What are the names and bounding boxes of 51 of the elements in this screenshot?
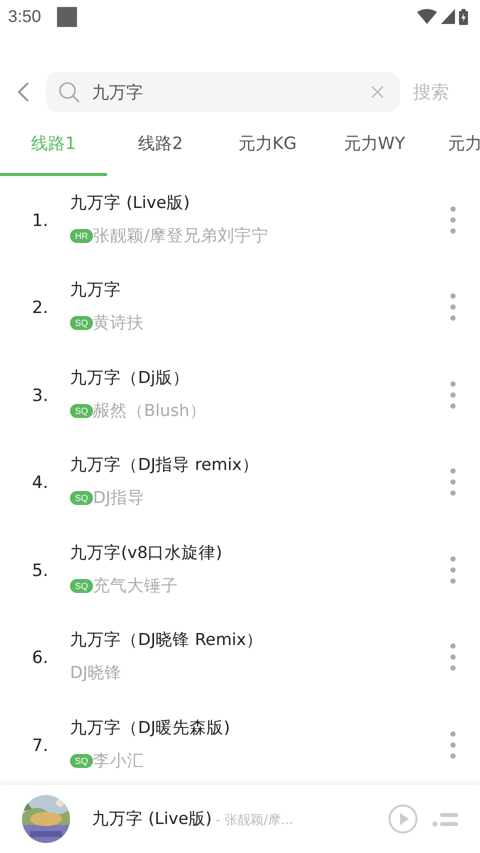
song-title[interactable]: 九万字（Dj版） (70, 366, 450, 389)
song-title[interactable]: 九万字(v8口水旋律) (70, 542, 450, 564)
battery-icon (459, 8, 468, 24)
song-artist: DJ指导 (93, 487, 145, 510)
play-icon[interactable] (388, 804, 418, 834)
song-number: 5. (32, 560, 50, 581)
song-artist: 张靓颖/摩登兄弟刘宇宁 (93, 224, 269, 247)
song-number: 6. (32, 647, 50, 668)
search-field[interactable]: 九万字 (46, 72, 400, 112)
search-icon (58, 81, 80, 103)
wifi-icon (417, 9, 437, 24)
quality-badge: SQ (70, 754, 94, 768)
status-time: 3:50 (8, 6, 42, 26)
song-artist: 李小汇 (93, 750, 144, 772)
more-icon[interactable] (450, 730, 456, 759)
song-title[interactable]: 九万字（DJ指导 remix） (70, 454, 450, 476)
song-number: 4. (32, 472, 50, 494)
song-title[interactable]: 九万字 (Live版) (70, 192, 450, 214)
more-icon[interactable] (450, 380, 456, 409)
quality-badge: SQ (70, 578, 94, 593)
song-number: 1. (32, 210, 50, 231)
tab[interactable]: 元力KG (214, 112, 321, 176)
song-artist: DJ晓锋 (70, 662, 122, 684)
song-number: 3. (32, 384, 50, 406)
more-icon[interactable] (450, 556, 456, 584)
player-artist: - 张靓颖/摩... (216, 812, 294, 829)
song-artist: 黄诗扶 (93, 312, 144, 334)
notification-icon (57, 6, 78, 26)
clear-icon[interactable] (371, 86, 384, 98)
more-icon[interactable] (450, 468, 456, 496)
player-title: 九万字 (Live版) (92, 808, 212, 830)
song-artist: 赧然（Blush） (93, 400, 206, 422)
song-number: 7. (32, 734, 50, 756)
playlist-icon[interactable] (432, 811, 458, 827)
quality-badge: SQ (70, 316, 94, 330)
tab[interactable]: 线路2 (107, 112, 214, 176)
tab[interactable]: 元力WY (321, 112, 428, 176)
song-artist: 充气大锤子 (93, 574, 178, 597)
song-title[interactable]: 九万字（DJ晓锋 Remix） (70, 629, 450, 652)
more-icon[interactable] (450, 206, 456, 234)
song-title[interactable]: 九万字（DJ暖先森版) (70, 716, 450, 739)
song-title[interactable]: 九万字 (70, 279, 450, 302)
quality-badge: SQ (70, 404, 94, 418)
more-icon[interactable] (450, 643, 456, 672)
back-icon[interactable] (16, 81, 30, 103)
signal-icon (441, 9, 455, 24)
quality-badge: HR (70, 228, 93, 243)
quality-badge: SQ (70, 491, 94, 506)
more-icon[interactable] (450, 293, 456, 322)
tab[interactable]: 元力 (428, 112, 480, 176)
song-number: 2. (32, 297, 50, 318)
